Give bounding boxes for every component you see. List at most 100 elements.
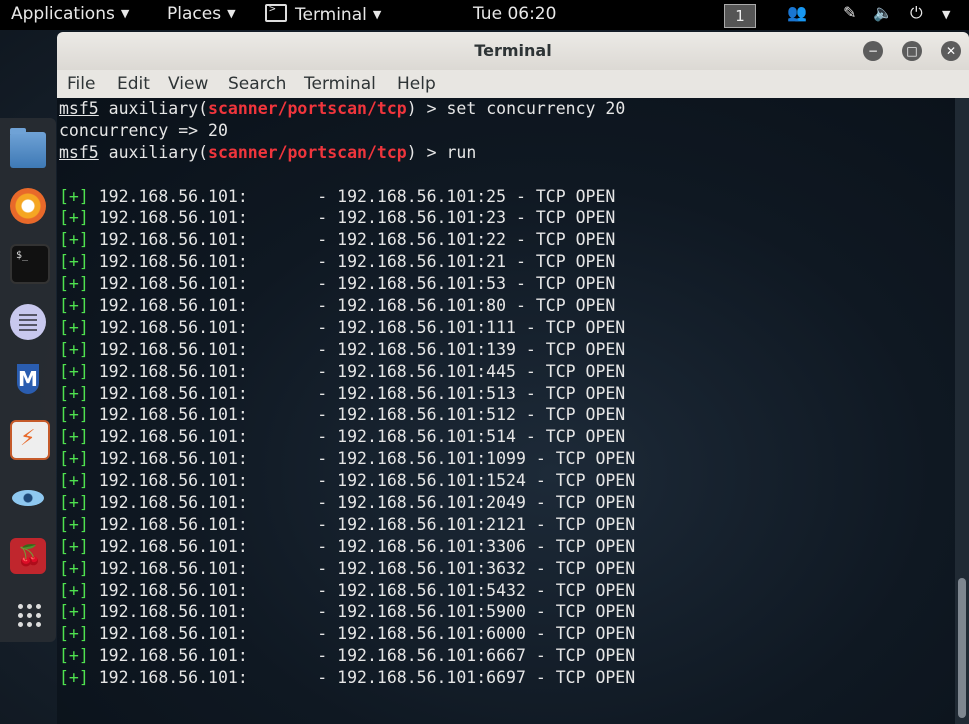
files-icon[interactable]: [10, 128, 46, 168]
close-button[interactable]: ✕: [941, 41, 961, 61]
terminal-icon[interactable]: [10, 244, 50, 284]
result-text: 192.168.56.101: - 192.168.56.101:2049 - …: [88, 493, 636, 513]
result-text: 192.168.56.101: - 192.168.56.101:445 - T…: [88, 361, 626, 381]
prompt-suffix: ) >: [406, 142, 447, 162]
result-text: 192.168.56.101: - 192.168.56.101:139 - T…: [88, 339, 626, 359]
result-text: 192.168.56.101: - 192.168.56.101:6667 - …: [88, 646, 636, 666]
window-titlebar[interactable]: Terminal − □ ✕: [57, 32, 969, 71]
workspace-indicator[interactable]: 1: [724, 4, 756, 28]
success-tag: [+]: [59, 230, 89, 250]
success-tag: [+]: [59, 580, 89, 600]
result-text: 192.168.56.101: - 192.168.56.101:80 - TC…: [88, 296, 616, 316]
result-text: 192.168.56.101: - 192.168.56.101:512 - T…: [88, 405, 626, 425]
applications-menu[interactable]: Applications ▼: [11, 4, 129, 24]
success-tag: [+]: [59, 624, 89, 644]
success-tag: [+]: [59, 339, 89, 359]
chevron-down-icon[interactable]: ▼: [942, 8, 950, 21]
volume-icon[interactable]: 🔈: [873, 3, 893, 22]
result-text: 192.168.56.101: - 192.168.56.101:5432 - …: [88, 580, 636, 600]
msf-prompt: msf5: [59, 99, 99, 118]
scan-result-row: [+] 192.168.56.101: - 192.168.56.101:590…: [57, 601, 955, 623]
dock: [0, 118, 56, 642]
menu-search[interactable]: Search: [228, 74, 286, 94]
result-text: 192.168.56.101: - 192.168.56.101:2121 - …: [88, 514, 636, 534]
success-tag: [+]: [59, 646, 89, 666]
success-tag: [+]: [59, 493, 89, 513]
terminal-window: Terminal − □ ✕ File Edit View Search Ter…: [57, 32, 969, 724]
notes-icon[interactable]: [10, 304, 46, 340]
menu-file[interactable]: File: [67, 74, 95, 94]
scan-result-row: [+] 192.168.56.101: - 192.168.56.101:514…: [57, 426, 955, 448]
firefox-icon[interactable]: [10, 188, 46, 224]
success-tag: [+]: [59, 558, 89, 578]
prompt-module-word: auxiliary(: [98, 99, 209, 118]
eye-icon[interactable]: [10, 480, 46, 516]
result-text: 192.168.56.101: - 192.168.56.101:3632 - …: [88, 558, 636, 578]
terminal-icon: [265, 2, 287, 22]
success-tag: [+]: [59, 405, 89, 425]
minimize-button[interactable]: −: [863, 41, 883, 61]
prompt-line-2: msf5 auxiliary(scanner/portscan/tcp) > r…: [57, 142, 955, 164]
menu-view[interactable]: View: [168, 74, 208, 94]
output-line: concurrency => 20: [59, 120, 228, 140]
scan-results: [+] 192.168.56.101: - 192.168.56.101:25 …: [57, 186, 955, 689]
success-tag: [+]: [59, 602, 89, 622]
scan-result-row: [+] 192.168.56.101: - 192.168.56.101:80 …: [57, 295, 955, 317]
command-text: run: [446, 142, 477, 162]
top-panel: Applications ▼ Places ▼ Terminal ▼ Tue 06:2…: [0, 0, 969, 30]
result-text: 192.168.56.101: - 192.168.56.101:5900 - …: [88, 602, 636, 622]
menu-help[interactable]: Help: [397, 74, 436, 94]
scan-result-row: [+] 192.168.56.101: - 192.168.56.101:363…: [57, 558, 955, 580]
scan-result-row: [+] 192.168.56.101: - 192.168.56.101:139…: [57, 339, 955, 361]
scan-result-row: [+] 192.168.56.101: - 192.168.56.101:25 …: [57, 186, 955, 208]
places-menu[interactable]: Places ▼: [167, 4, 236, 24]
power-icon[interactable]: ⏻: [910, 3, 923, 23]
chevron-down-icon: ▼: [372, 8, 382, 21]
people-icon[interactable]: 👥: [787, 3, 807, 22]
scan-result-row: [+] 192.168.56.101: - 192.168.56.101:23 …: [57, 207, 955, 229]
terminal-app-menu[interactable]: Terminal ▼: [265, 2, 382, 25]
success-tag: [+]: [59, 274, 89, 294]
prompt-suffix: ) >: [406, 99, 447, 118]
menu-terminal[interactable]: Terminal: [304, 74, 376, 94]
prompt-module-word: auxiliary(: [98, 142, 209, 162]
scan-result-row: [+] 192.168.56.101: - 192.168.56.101:22 …: [57, 229, 955, 251]
scan-result-row: [+] 192.168.56.101: - 192.168.56.101:543…: [57, 580, 955, 602]
cherrytree-icon[interactable]: [10, 538, 46, 574]
result-text: 192.168.56.101: - 192.168.56.101:111 - T…: [88, 317, 626, 337]
scan-result-row: [+] 192.168.56.101: - 192.168.56.101:204…: [57, 492, 955, 514]
pen-icon[interactable]: ✎: [843, 3, 856, 22]
module-name: scanner/portscan/tcp: [208, 142, 407, 162]
result-text: 192.168.56.101: - 192.168.56.101:1099 - …: [88, 449, 636, 469]
scan-result-row: [+] 192.168.56.101: - 192.168.56.101:600…: [57, 623, 955, 645]
maltego-icon[interactable]: [10, 362, 46, 398]
command-text: set concurrency 20: [446, 99, 626, 118]
scan-result-row: [+] 192.168.56.101: - 192.168.56.101:212…: [57, 514, 955, 536]
menu-edit[interactable]: Edit: [117, 74, 150, 94]
scan-result-row: [+] 192.168.56.101: - 192.168.56.101:109…: [57, 448, 955, 470]
terminal-output[interactable]: msf5 auxiliary(scanner/portscan/tcp) > s…: [57, 98, 955, 724]
success-tag: [+]: [59, 186, 89, 206]
terminal-app-label: Terminal: [295, 5, 367, 25]
result-text: 192.168.56.101: - 192.168.56.101:25 - TC…: [88, 186, 616, 206]
app-grid-icon[interactable]: [10, 596, 46, 632]
clock[interactable]: Tue 06:20: [473, 4, 556, 24]
result-text: 192.168.56.101: - 192.168.56.101:513 - T…: [88, 383, 626, 403]
success-tag: [+]: [59, 471, 89, 491]
window-title: Terminal: [474, 41, 552, 60]
maximize-button[interactable]: □: [902, 41, 922, 61]
result-text: 192.168.56.101: - 192.168.56.101:22 - TC…: [88, 230, 616, 250]
scrollbar[interactable]: [955, 98, 969, 724]
result-text: 192.168.56.101: - 192.168.56.101:6000 - …: [88, 624, 636, 644]
applications-label: Applications: [11, 4, 115, 24]
success-tag: [+]: [59, 536, 89, 556]
scrollbar-thumb[interactable]: [958, 578, 966, 718]
scan-result-row: [+] 192.168.56.101: - 192.168.56.101:669…: [57, 667, 955, 689]
result-text: 192.168.56.101: - 192.168.56.101:23 - TC…: [88, 208, 616, 228]
scan-result-row: [+] 192.168.56.101: - 192.168.56.101:53 …: [57, 273, 955, 295]
success-tag: [+]: [59, 317, 89, 337]
success-tag: [+]: [59, 383, 89, 403]
result-text: 192.168.56.101: - 192.168.56.101:514 - T…: [88, 427, 626, 447]
burpsuite-icon[interactable]: [10, 420, 50, 460]
